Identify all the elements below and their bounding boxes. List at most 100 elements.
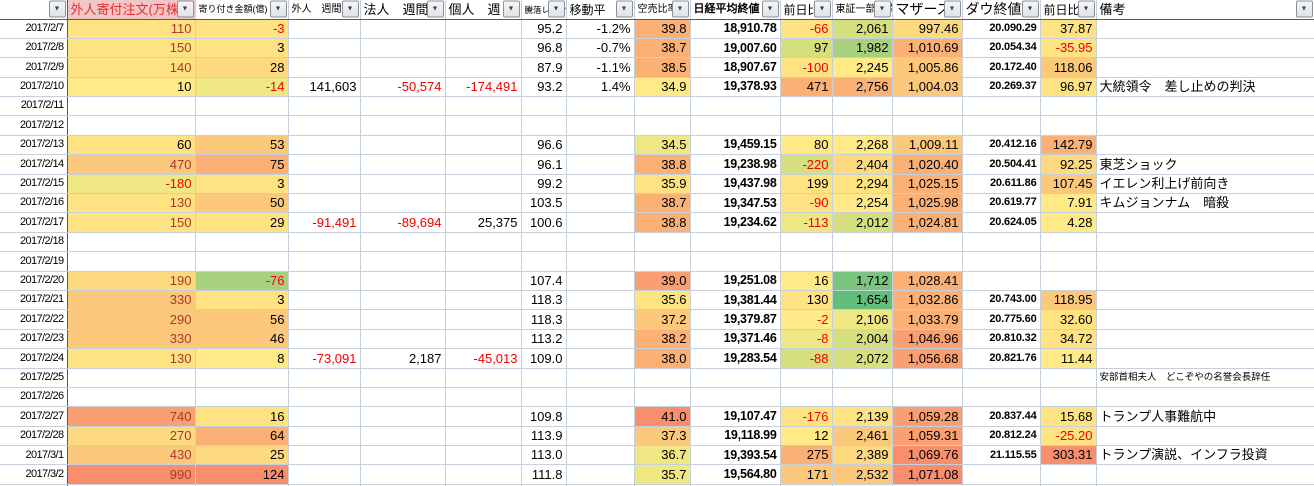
cell-tse1_trading: 1,982 bbox=[832, 38, 892, 57]
cell-gaijin_yoritsuke_order: 190 bbox=[67, 271, 195, 290]
cell-dow_close: 20.504.41 bbox=[962, 155, 1040, 174]
filter-dropdown-icon[interactable]: ▼ bbox=[548, 1, 565, 18]
cell-nikkei_close: 19,371.46 bbox=[690, 329, 780, 348]
cell-nikkei_close: 19,379.87 bbox=[690, 310, 780, 329]
cell-dow_close: 20.743.00 bbox=[962, 290, 1040, 309]
cell-hojin_weekly bbox=[360, 174, 445, 193]
cell-moving_average: -1.1% bbox=[566, 58, 634, 77]
cell-moving_average bbox=[566, 135, 634, 154]
cell-dow_close: 21.115.55 bbox=[962, 446, 1040, 465]
cell-dow_close: 20.269.37 bbox=[962, 77, 1040, 96]
cell-short_sell_ratio bbox=[634, 387, 690, 406]
cell-tse1_trading: 2,139 bbox=[832, 407, 892, 426]
cell-remarks bbox=[1096, 38, 1314, 57]
column-header-remarks: 備考▼ bbox=[1096, 0, 1314, 19]
cell-tse1_trading: 2,268 bbox=[832, 135, 892, 154]
cell-remarks bbox=[1096, 387, 1314, 406]
cell-yoritsuke_amount: 53 bbox=[195, 135, 288, 154]
filter-dropdown-icon[interactable]: ▼ bbox=[762, 1, 779, 18]
table-row: 2017/3/2990124111.835.719,564.801712,532… bbox=[0, 465, 1314, 484]
cell-toraku_ratio: 103.5 bbox=[521, 194, 566, 213]
cell-short_sell_ratio bbox=[634, 232, 690, 251]
cell-short_sell_ratio: 37.3 bbox=[634, 426, 690, 445]
cell-dow_close: 20.810.32 bbox=[962, 329, 1040, 348]
cell-nikkei_change: -2 bbox=[780, 310, 832, 329]
filter-dropdown-icon[interactable]: ▼ bbox=[1022, 1, 1039, 18]
cell-remarks bbox=[1096, 232, 1314, 251]
filter-dropdown-icon[interactable]: ▼ bbox=[616, 1, 633, 18]
cell-yoritsuke_amount bbox=[195, 232, 288, 251]
cell-short_sell_ratio: 38.8 bbox=[634, 155, 690, 174]
filter-dropdown-icon[interactable]: ▼ bbox=[177, 1, 194, 18]
cell-dow_change bbox=[1040, 116, 1096, 135]
column-header-nikkei_close: 日経平均終値▼ bbox=[690, 0, 780, 19]
date-cell: 2017/2/14 bbox=[0, 155, 67, 174]
column-header-gaijin_weekly: 外人 週間差▼ bbox=[288, 0, 360, 19]
cell-dow_change bbox=[1040, 368, 1096, 387]
filter-dropdown-icon[interactable]: ▼ bbox=[270, 1, 287, 18]
date-cell: 2017/2/11 bbox=[0, 97, 67, 116]
filter-dropdown-icon[interactable]: ▼ bbox=[672, 1, 689, 18]
filter-dropdown-icon[interactable]: ▼ bbox=[342, 1, 359, 18]
cell-tse1_trading: 2,254 bbox=[832, 194, 892, 213]
cell-kojin_weekly bbox=[445, 116, 521, 135]
date-cell: 2017/2/8 bbox=[0, 38, 67, 57]
cell-toraku_ratio bbox=[521, 252, 566, 271]
cell-remarks bbox=[1096, 426, 1314, 445]
cell-toraku_ratio: 118.3 bbox=[521, 290, 566, 309]
cell-kojin_weekly bbox=[445, 38, 521, 57]
cell-nikkei_change: 171 bbox=[780, 465, 832, 484]
cell-mothers: 1,025.98 bbox=[892, 194, 962, 213]
cell-tse1_trading bbox=[832, 97, 892, 116]
cell-yoritsuke_amount: 3 bbox=[195, 174, 288, 193]
cell-gaijin_weekly bbox=[288, 116, 360, 135]
cell-hojin_weekly bbox=[360, 252, 445, 271]
cell-gaijin_yoritsuke_order: 130 bbox=[67, 349, 195, 368]
cell-nikkei_close: 19,234.62 bbox=[690, 213, 780, 232]
cell-gaijin_weekly bbox=[288, 232, 360, 251]
filter-dropdown-icon[interactable]: ▼ bbox=[1078, 1, 1095, 18]
cell-dow_close bbox=[962, 116, 1040, 135]
filter-dropdown-icon[interactable]: ▼ bbox=[49, 1, 66, 18]
cell-kojin_weekly bbox=[445, 329, 521, 348]
cell-toraku_ratio: 96.1 bbox=[521, 155, 566, 174]
filter-dropdown-icon[interactable]: ▼ bbox=[874, 1, 891, 18]
cell-remarks bbox=[1096, 465, 1314, 484]
cell-nikkei_close bbox=[690, 387, 780, 406]
cell-moving_average bbox=[566, 368, 634, 387]
cell-nikkei_change: -66 bbox=[780, 19, 832, 38]
cell-nikkei_close bbox=[690, 116, 780, 135]
filter-dropdown-icon[interactable]: ▼ bbox=[944, 1, 961, 18]
cell-moving_average bbox=[566, 465, 634, 484]
cell-dow_close bbox=[962, 97, 1040, 116]
cell-mothers bbox=[892, 116, 962, 135]
cell-hojin_weekly bbox=[360, 465, 445, 484]
cell-hojin_weekly bbox=[360, 97, 445, 116]
cell-moving_average: 1.4% bbox=[566, 77, 634, 96]
date-cell: 2017/3/1 bbox=[0, 446, 67, 465]
cell-kojin_weekly bbox=[445, 155, 521, 174]
cell-moving_average bbox=[566, 194, 634, 213]
cell-dow_close: 20.172.40 bbox=[962, 58, 1040, 77]
cell-mothers bbox=[892, 97, 962, 116]
cell-toraku_ratio: 87.9 bbox=[521, 58, 566, 77]
cell-yoritsuke_amount: 25 bbox=[195, 446, 288, 465]
cell-gaijin_weekly bbox=[288, 387, 360, 406]
cell-tse1_trading: 2,532 bbox=[832, 465, 892, 484]
filter-dropdown-icon[interactable]: ▼ bbox=[814, 1, 831, 18]
cell-kojin_weekly bbox=[445, 310, 521, 329]
cell-gaijin_yoritsuke_order: 150 bbox=[67, 38, 195, 57]
filter-dropdown-icon[interactable]: ▼ bbox=[427, 1, 444, 18]
cell-kojin_weekly bbox=[445, 135, 521, 154]
cell-moving_average bbox=[566, 349, 634, 368]
filter-dropdown-icon[interactable]: ▼ bbox=[1296, 1, 1313, 18]
cell-hojin_weekly bbox=[360, 194, 445, 213]
filter-dropdown-icon[interactable]: ▼ bbox=[503, 1, 520, 18]
cell-dow_change: 11.44 bbox=[1040, 349, 1096, 368]
column-header-label: 法人 週間 bbox=[364, 3, 429, 17]
column-header-nikkei_change: 前日比▼ bbox=[780, 0, 832, 19]
cell-dow_change: 32.60 bbox=[1040, 310, 1096, 329]
table-row: 2017/2/26 bbox=[0, 387, 1314, 406]
cell-toraku_ratio: 107.4 bbox=[521, 271, 566, 290]
cell-nikkei_change bbox=[780, 368, 832, 387]
